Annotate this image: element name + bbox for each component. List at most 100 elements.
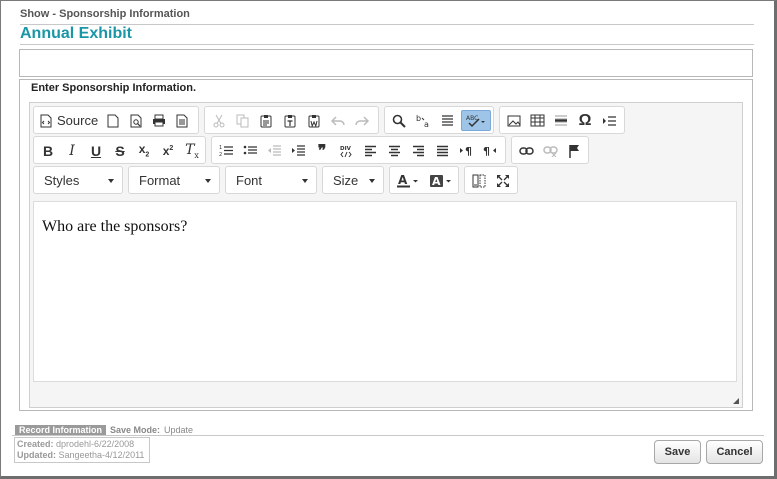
justify-icon: [436, 145, 448, 156]
redo-button[interactable]: [351, 110, 373, 131]
bulleted-list-button[interactable]: [239, 140, 261, 161]
justify-button[interactable]: [431, 140, 453, 161]
templates-button[interactable]: [171, 110, 193, 131]
numbered-list-button[interactable]: 12: [215, 140, 237, 161]
create-div-icon: DIV: [340, 146, 352, 157]
unlink-icon: [542, 145, 558, 157]
replace-button[interactable]: ba: [412, 110, 434, 131]
text-direction-ltr-button[interactable]: ¶: [455, 140, 477, 161]
editor-content-area[interactable]: Who are the sponsors?: [33, 201, 737, 382]
rich-text-editor: Source b a ABC Ω B I U S x2 x2 Tx 1 2 ❞ …: [29, 102, 743, 408]
align-right-button[interactable]: [407, 140, 429, 161]
font-dropdown[interactable]: Font: [225, 166, 317, 194]
bold-button[interactable]: B: [37, 140, 59, 161]
show-blocks-button[interactable]: [468, 170, 490, 191]
updated-line: Updated: Sangeetha-4/12/2011: [17, 450, 147, 461]
editor-content-text[interactable]: Who are the sponsors?: [42, 218, 187, 236]
record-title-divider: [20, 44, 754, 45]
unlink-button[interactable]: [539, 140, 561, 161]
paste-text-icon: [284, 114, 296, 127]
blockquote-icon: ❞: [317, 141, 327, 160]
dialog-title: Show - Sponsorship Information: [20, 8, 190, 20]
cancel-button[interactable]: Cancel: [706, 440, 763, 464]
image-button[interactable]: [503, 110, 525, 131]
copy-button[interactable]: [231, 110, 253, 131]
source-button[interactable]: Source: [37, 110, 101, 131]
print-button[interactable]: [148, 110, 170, 131]
record-title: Annual Exhibit: [20, 25, 132, 42]
text-color-button[interactable]: A: [393, 170, 423, 191]
align-center-button[interactable]: [383, 140, 405, 161]
remove-format-icon: Tx: [185, 141, 199, 160]
superscript-icon: x2: [162, 143, 174, 158]
horizontal-line-button[interactable]: [550, 110, 572, 131]
text-color-icon: A: [397, 174, 418, 187]
preview-icon: [130, 114, 141, 127]
remove-format-button[interactable]: Tx: [181, 140, 203, 161]
size-dropdown[interactable]: Size: [322, 166, 384, 194]
save-button[interactable]: Save: [654, 440, 701, 464]
toolbar-group-insert: Ω: [499, 106, 625, 134]
spell-check-icon: ABC: [466, 115, 485, 127]
svg-text:1: 1: [219, 145, 222, 151]
create-div-button[interactable]: DIV: [335, 140, 357, 161]
chevron-down-icon: [302, 179, 308, 183]
format-dropdown[interactable]: Format: [128, 166, 220, 194]
maximize-button[interactable]: [492, 170, 514, 191]
align-center-icon: [388, 145, 400, 156]
svg-text:A: A: [398, 174, 408, 187]
select-all-icon: [441, 114, 453, 126]
new-page-button[interactable]: [102, 110, 124, 131]
preview-button[interactable]: [125, 110, 147, 131]
styles-dropdown[interactable]: Styles: [33, 166, 123, 194]
sponsorship-section: Enter Sponsorship Information. Source b …: [19, 79, 753, 411]
superscript-button[interactable]: x2: [157, 140, 179, 161]
spell-check-button[interactable]: ABC: [461, 110, 491, 131]
increase-indent-button[interactable]: [287, 140, 309, 161]
resize-grip-icon[interactable]: [733, 398, 739, 404]
subscript-icon: x2: [138, 142, 150, 159]
created-value: dprodehl-6/22/2008: [56, 439, 135, 449]
subscript-button[interactable]: x2: [133, 140, 155, 161]
align-left-button[interactable]: [359, 140, 381, 161]
show-blocks-icon: [472, 174, 486, 187]
paste-word-button[interactable]: [303, 110, 325, 131]
table-button[interactable]: [526, 110, 548, 131]
align-right-icon: [412, 145, 424, 156]
cut-button[interactable]: [208, 110, 230, 131]
link-button[interactable]: [515, 140, 537, 161]
decrease-indent-button[interactable]: [263, 140, 285, 161]
anchor-button[interactable]: [563, 140, 585, 161]
page-break-button[interactable]: [598, 110, 620, 131]
underline-button[interactable]: U: [85, 140, 107, 161]
select-all-button[interactable]: [436, 110, 458, 131]
find-button[interactable]: [388, 110, 410, 131]
empty-field-box: [19, 49, 753, 77]
italic-button[interactable]: I: [61, 140, 83, 161]
footer-divider: [12, 435, 764, 436]
audit-info-box: Created: dprodehl-6/22/2008 Updated: San…: [14, 437, 150, 463]
format-dropdown-label: Format: [139, 172, 181, 188]
redo-icon: [355, 115, 369, 126]
text-direction-rtl-button[interactable]: ¶: [479, 140, 501, 161]
paste-button[interactable]: [255, 110, 277, 131]
svg-text:A: A: [432, 175, 441, 188]
background-color-button[interactable]: A: [426, 170, 456, 191]
styles-dropdown-label: Styles: [44, 172, 80, 188]
blockquote-button[interactable]: ❞: [311, 140, 333, 161]
save-mode-value: Update: [164, 425, 194, 435]
horizontal-line-icon: [555, 115, 567, 126]
flag-icon: [568, 144, 579, 158]
record-info-badge: Record Information: [15, 425, 107, 435]
increase-indent-icon: [292, 145, 305, 156]
svg-text:¶: ¶: [465, 145, 472, 157]
section-label: Enter Sponsorship Information.: [31, 82, 197, 94]
paste-text-button[interactable]: [279, 110, 301, 131]
special-character-button[interactable]: Ω: [574, 110, 596, 131]
chevron-down-icon: [205, 179, 211, 183]
maximize-icon: [497, 174, 509, 187]
copy-icon: [236, 114, 248, 127]
strikethrough-button[interactable]: S: [109, 140, 131, 161]
paste-word-icon: [308, 114, 320, 128]
undo-button[interactable]: [327, 110, 349, 131]
